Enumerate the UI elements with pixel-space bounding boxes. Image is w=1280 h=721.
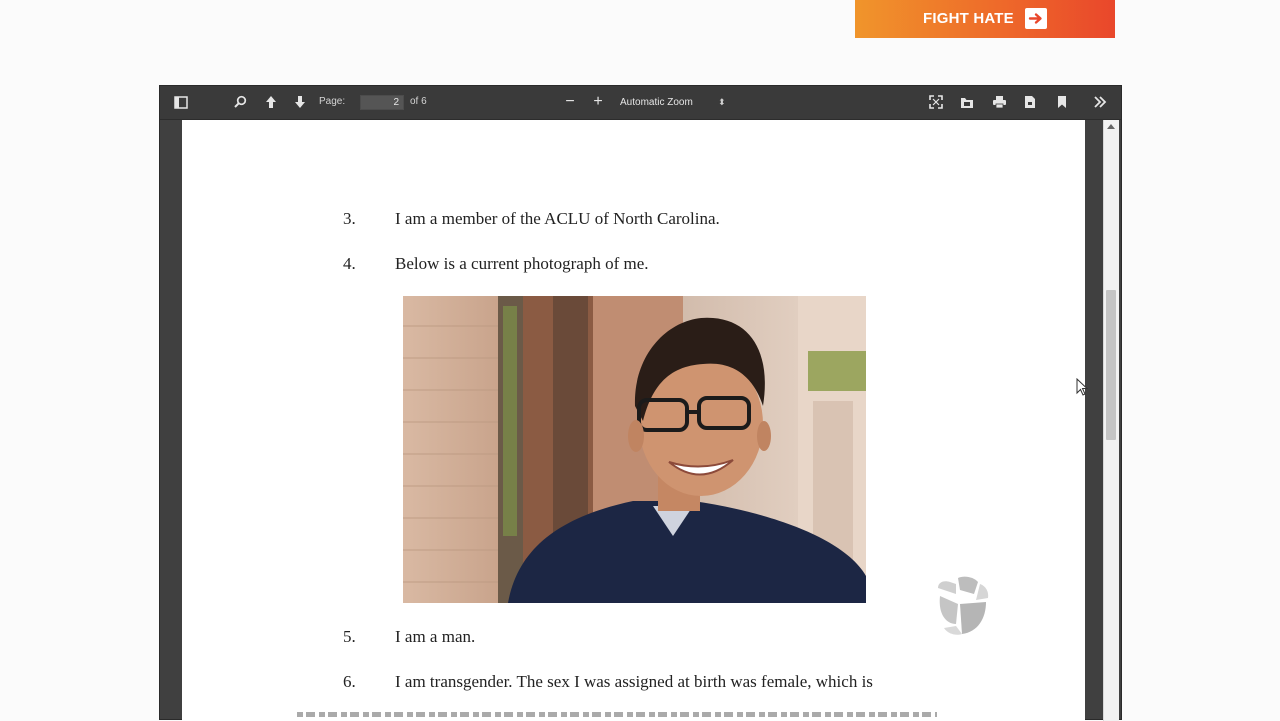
banner-label: FIGHT HATE [923,10,1014,27]
zoom-out-button[interactable]: − [562,93,578,110]
download-icon[interactable] [1022,94,1038,110]
paragraph-number: 5. [343,627,356,646]
mouse-cursor-icon [1076,377,1089,401]
paragraph-number: 6. [343,672,356,691]
paragraph-number: 4. [343,254,356,273]
fight-hate-banner[interactable]: FIGHT HATE [855,0,1115,38]
search-icon[interactable] [232,94,248,110]
paragraph-text: Below is a current photograph of me. [395,254,649,273]
paragraph-number: 3. [343,209,356,228]
arrow-up-icon[interactable] [263,94,279,110]
zoom-select[interactable]: Automatic Zoom ⬍ [620,95,730,110]
page-label: Page: [319,96,346,107]
more-tools-icon[interactable] [1092,94,1108,110]
bookmark-icon[interactable] [1054,94,1070,110]
paragraph-text: I am transgender. The sex I was assigned… [395,672,873,691]
arrow-down-icon[interactable] [292,94,308,110]
univision-logo-icon [934,576,990,641]
vertical-scrollbar[interactable] [1103,120,1119,721]
open-file-icon[interactable] [959,94,975,110]
page-count: of 6 [410,96,427,107]
chevron-down-icon: ⬍ [718,97,726,107]
print-icon[interactable] [991,94,1007,110]
sidebar-toggle-icon[interactable] [173,94,189,110]
zoom-in-button[interactable]: + [590,93,606,110]
fullscreen-icon[interactable] [928,94,944,110]
scroll-up-icon[interactable] [1107,124,1115,129]
paragraph-text: I am a member of the ACLU of North Carol… [395,209,720,228]
scroll-thumb[interactable] [1106,290,1116,440]
arrow-right-icon [1025,8,1047,29]
viewer-toolbar: Page: 2 of 6 − + Automatic Zoom ⬍ [160,86,1121,120]
page-number-input[interactable]: 2 [360,95,404,110]
pdf-viewer: Page: 2 of 6 − + Automatic Zoom ⬍ 3. I a… [159,85,1122,721]
paragraph-text: I am a man. [395,627,476,646]
zoom-value: Automatic Zoom [620,97,693,108]
document-page: 3. I am a member of the ACLU of North Ca… [182,120,1085,721]
portrait-photo [403,296,866,603]
